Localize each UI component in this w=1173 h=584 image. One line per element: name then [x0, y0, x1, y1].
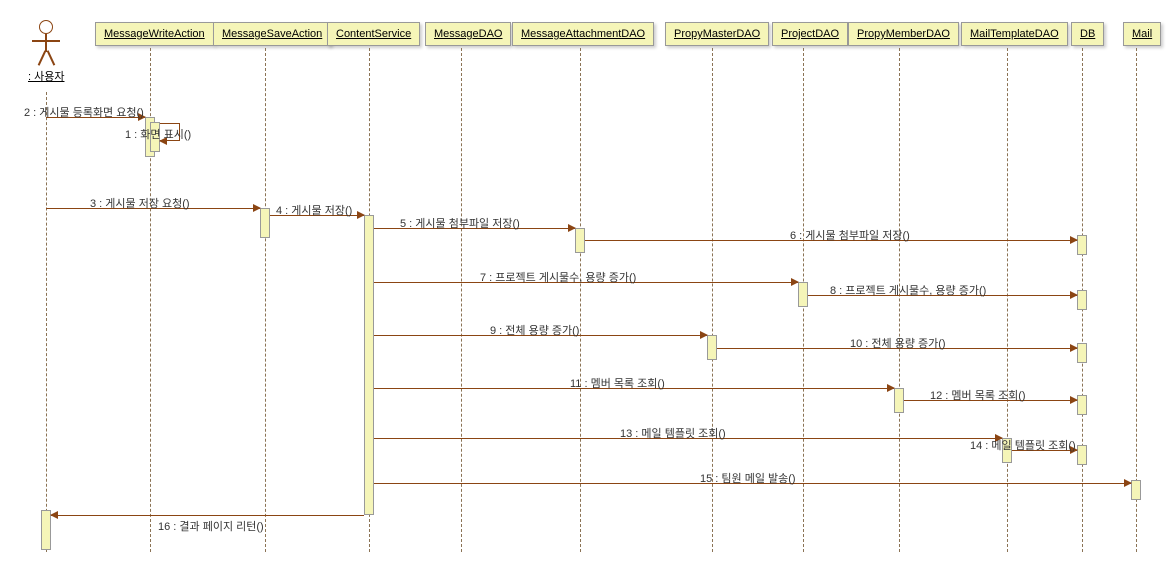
lifeline-db: DB: [1071, 22, 1104, 46]
lifeline-mailtemplatedao: MailTemplateDAO: [961, 22, 1068, 46]
lifeline-propymasterdao: PropyMasterDAO: [665, 22, 769, 46]
lifeline-line-l2: [265, 48, 266, 552]
msg-label-9: 9 : 전체 용량 증가(): [490, 322, 579, 338]
activation-db5: [1077, 445, 1087, 465]
activation-db1: [1077, 235, 1087, 255]
activation-db4: [1077, 395, 1087, 415]
lifeline-mail: Mail: [1123, 22, 1161, 46]
msg-label-7: 7 : 프로젝트 게시물수, 용량 증가(): [480, 269, 636, 285]
activation-l7: [798, 282, 808, 307]
lifeline-line-l11: [1136, 48, 1137, 552]
actor-user: : 사용자: [28, 20, 64, 84]
lifeline-line-l5: [580, 48, 581, 552]
msg-label-16: 16 : 결과 페이지 리턴(): [158, 518, 264, 534]
msg-label-12: 12 : 멤버 목록 조회(): [930, 387, 1026, 403]
msg-label-13: 13 : 메일 템플릿 조회(): [620, 425, 726, 441]
activation-mail: [1131, 480, 1141, 500]
lifeline-projectdao: ProjectDAO: [772, 22, 848, 46]
msg-label-4: 4 : 게시물 저장(): [276, 202, 352, 218]
msg-label-10: 10 : 전체 용량 증가(): [850, 335, 946, 351]
lifeline-line-l4: [461, 48, 462, 552]
msg-arrow-16: [51, 515, 364, 516]
lifeline-messageattachmentdao: MessageAttachmentDAO: [512, 22, 654, 46]
activation-db2: [1077, 290, 1087, 310]
activation-db3: [1077, 343, 1087, 363]
msg-label-5: 5 : 게시물 첨부파일 저장(): [400, 215, 520, 231]
activation-l5: [575, 228, 585, 253]
activation-l6: [707, 335, 717, 360]
lifeline-messagewriteaction: MessageWriteAction: [95, 22, 214, 46]
activation-l3: [364, 215, 374, 515]
lifeline-messagesaveaction: MessageSaveAction: [213, 22, 331, 46]
activation-l2: [260, 208, 270, 238]
lifeline-line-actor: [46, 92, 47, 552]
msg-label-11: 11 : 멤버 목록 조회(): [570, 375, 665, 391]
actor-label: : 사용자: [28, 68, 64, 84]
lifeline-line-l8: [899, 48, 900, 552]
lifeline-contentservice: ContentService: [327, 22, 420, 46]
lifeline-messagedao: MessageDAO: [425, 22, 511, 46]
activation-l8: [894, 388, 904, 413]
msg-label-14: 14 : 메일 템플릿 조회(): [970, 437, 1076, 453]
msg-label-8: 8 : 프로젝트 게시물수, 용량 증가(): [830, 282, 986, 298]
lifeline-line-l9: [1007, 48, 1008, 552]
msg-label-6: 6 : 게시물 첨부파일 저장(): [790, 227, 910, 243]
lifeline-propymemberdao: PropyMemberDAO: [848, 22, 959, 46]
msg-label-3: 3 : 게시물 저장 요청(): [90, 195, 190, 211]
msg-label-2: 2 : 게시물 등록화면 요청(): [24, 104, 144, 120]
msg-label-15: 15 : 팀원 메일 발송(): [700, 470, 796, 486]
msg-label-1: 1 : 화면 표시(): [125, 126, 191, 142]
